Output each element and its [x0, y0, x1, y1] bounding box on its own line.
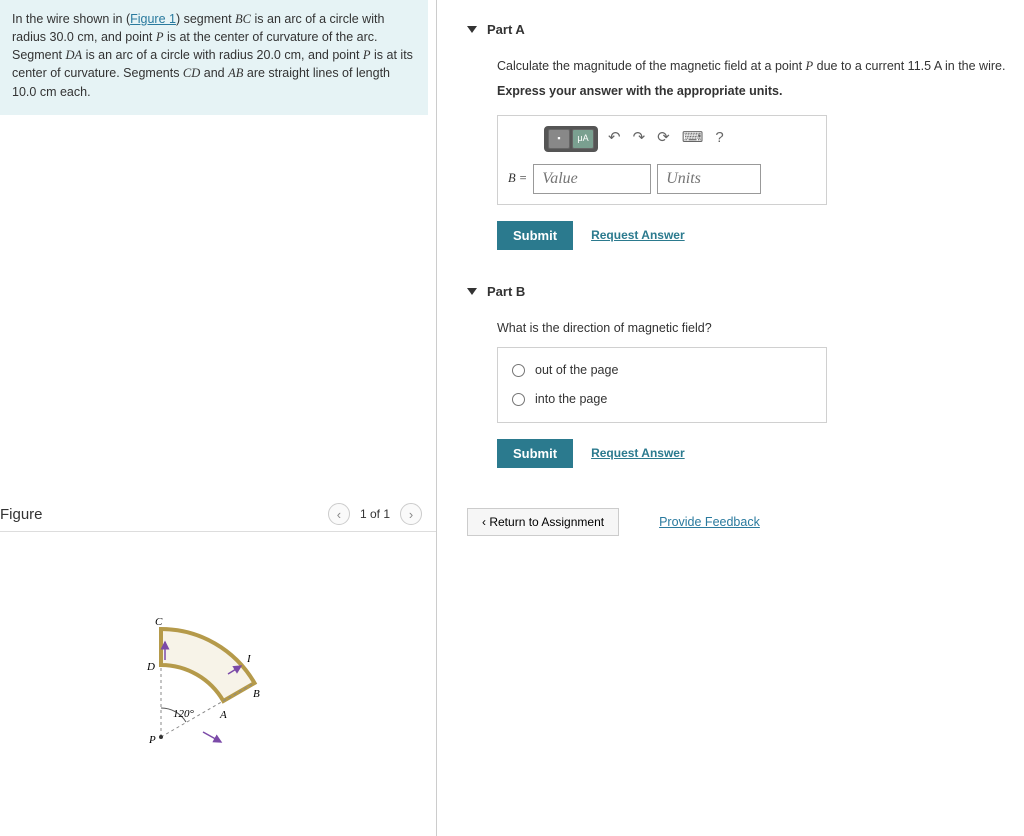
unit: cm: [284, 48, 301, 62]
angle-label: 120°: [173, 708, 195, 720]
label-d: D: [146, 661, 155, 673]
part-a: Part A Calculate the magnitude of the ma…: [467, 12, 1012, 262]
part-b-request-answer-link[interactable]: Request Answer: [591, 444, 685, 462]
radio-out[interactable]: [512, 364, 525, 377]
text: , and point: [94, 30, 156, 44]
text: is an arc of a circle with radius 20.0: [82, 48, 284, 62]
option-label: into the page: [535, 390, 607, 409]
part-a-header[interactable]: Part A: [467, 12, 1012, 47]
keyboard-icon[interactable]: ⌨: [680, 127, 706, 150]
unit: cm: [77, 30, 94, 44]
var-da: DA: [66, 48, 83, 62]
unit: cm: [40, 85, 57, 99]
part-b: Part B What is the direction of magnetic…: [467, 274, 1012, 480]
caret-down-icon: [467, 288, 477, 295]
part-b-title: Part B: [487, 284, 525, 299]
return-to-assignment-button[interactable]: ‹ Return to Assignment: [467, 508, 619, 536]
var-ab: AB: [228, 66, 243, 80]
option-out-of-page[interactable]: out of the page: [512, 356, 812, 385]
pager-label: 1 of 1: [360, 507, 390, 521]
label-c: C: [155, 616, 163, 628]
text: each.: [56, 85, 90, 99]
part-b-prompt: What is the direction of magnetic field?: [497, 319, 1012, 338]
answer-toolbar: ▪ μA ↶ ↷ ⟳ ⌨ ?: [508, 126, 816, 152]
figure-panel: Figure ‹ 1 of 1 ›: [0, 497, 436, 812]
figure-image: 120° C D B A P I: [0, 532, 436, 812]
value-input[interactable]: [533, 164, 651, 194]
mu-a-button[interactable]: μA: [572, 129, 594, 149]
label-b: B: [253, 688, 260, 700]
label-a: A: [219, 709, 227, 721]
part-b-submit-button[interactable]: Submit: [497, 439, 573, 468]
text: , and point: [301, 48, 363, 62]
label-i: I: [246, 653, 252, 665]
undo-icon[interactable]: ↶: [606, 127, 623, 150]
text: and: [200, 66, 228, 80]
figure-prev-button[interactable]: ‹: [328, 503, 350, 525]
part-a-prompt: Calculate the magnitude of the magnetic …: [497, 57, 1012, 76]
radio-into[interactable]: [512, 393, 525, 406]
radio-options: out of the page into the page: [497, 347, 827, 423]
figure-pager: ‹ 1 of 1 ›: [328, 503, 422, 525]
part-a-instruction: Express your answer with the appropriate…: [497, 82, 1012, 101]
units-input[interactable]: [657, 164, 761, 194]
part-b-header[interactable]: Part B: [467, 274, 1012, 309]
var-bc: BC: [235, 12, 251, 26]
option-into-page[interactable]: into the page: [512, 385, 812, 414]
option-label: out of the page: [535, 361, 618, 380]
equation-label: B =: [508, 169, 527, 188]
label-p: P: [148, 734, 156, 746]
var-p: P: [363, 48, 371, 62]
text: ) segment: [176, 12, 235, 26]
problem-statement: In the wire shown in (Figure 1) segment …: [0, 0, 428, 115]
answer-widget: ▪ μA ↶ ↷ ⟳ ⌨ ? B =: [497, 115, 827, 205]
var-cd: CD: [183, 66, 200, 80]
figure-link[interactable]: Figure 1: [130, 12, 176, 26]
redo-icon[interactable]: ↷: [631, 127, 648, 150]
figure-title: Figure: [0, 506, 43, 523]
figure-next-button[interactable]: ›: [400, 503, 422, 525]
provide-feedback-link[interactable]: Provide Feedback: [659, 515, 760, 529]
part-a-request-answer-link[interactable]: Request Answer: [591, 226, 685, 244]
part-a-submit-button[interactable]: Submit: [497, 221, 573, 250]
help-icon[interactable]: ?: [713, 127, 725, 150]
caret-down-icon: [467, 26, 477, 33]
text: In the wire shown in (: [12, 12, 130, 26]
part-a-title: Part A: [487, 22, 525, 37]
var-p: P: [156, 30, 164, 44]
reset-icon[interactable]: ⟳: [655, 127, 672, 150]
template-button[interactable]: ▪: [548, 129, 570, 149]
